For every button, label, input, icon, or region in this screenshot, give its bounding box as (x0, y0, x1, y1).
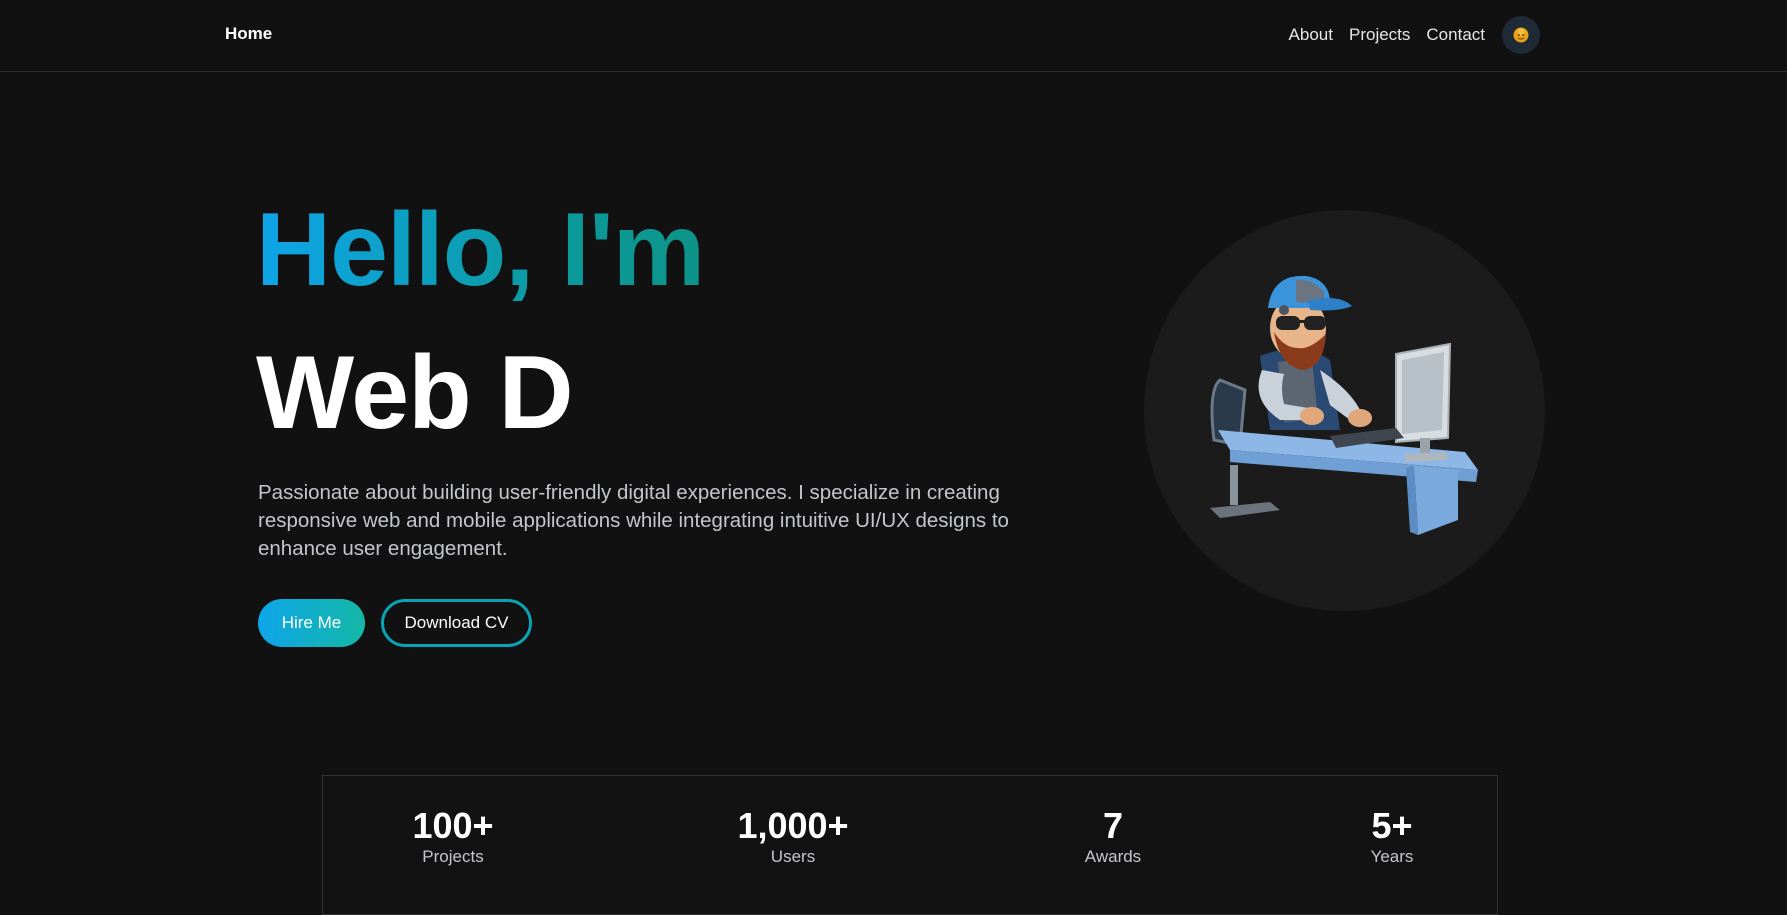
avatar-icon (1513, 27, 1529, 43)
nav-home-link[interactable]: Home (225, 24, 272, 44)
stat-label: Years (1370, 847, 1414, 866)
nav-link-projects[interactable]: Projects (1349, 16, 1410, 54)
stats-panel: 100+ Projects 1,000+ Users 7 Awards 5+ Y… (322, 775, 1498, 915)
stat-value: 7 (1102, 805, 1124, 846)
hero-role: Web D (256, 335, 574, 451)
stat-value: 1,000+ (737, 805, 849, 846)
stat-awards: 7 Awards (1085, 806, 1141, 868)
hero-greeting: Hello, I'm (256, 192, 705, 308)
stat-projects: 100+ Projects (412, 806, 493, 868)
stat-label: Awards (1084, 847, 1142, 866)
stat-value: 100+ (412, 805, 494, 846)
download-cv-button[interactable]: Download CV (381, 599, 532, 647)
stat-users: 1,000+ Users (737, 806, 848, 868)
stat-label: Users (770, 847, 816, 866)
avatar-button[interactable] (1502, 16, 1540, 54)
hero-description: Passionate about building user-friendly … (258, 481, 1009, 560)
stat-value: 5+ (1371, 805, 1413, 846)
navbar: Home About Projects Contact (0, 0, 1787, 72)
stat-years: 5+ Years (1371, 806, 1414, 868)
developer-at-desk-illustration (1210, 275, 1478, 535)
stat-label: Projects (422, 847, 484, 866)
nav-link-contact[interactable]: Contact (1426, 16, 1485, 54)
nav-link-about[interactable]: About (1289, 16, 1333, 54)
nav-links: About Projects Contact (1289, 16, 1540, 54)
hire-me-button[interactable]: Hire Me (258, 599, 365, 647)
